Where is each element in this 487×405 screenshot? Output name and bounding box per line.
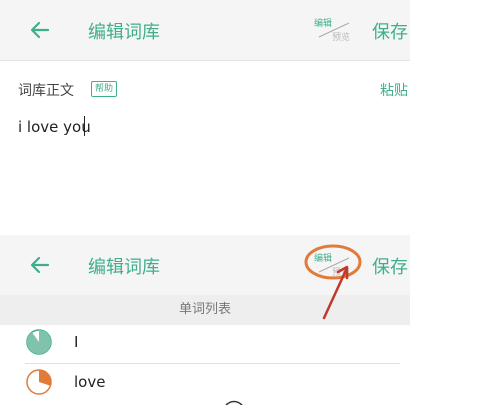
- toggle-preview-label: 预览: [332, 33, 351, 43]
- section-label: 词库正文: [18, 83, 74, 99]
- text-cursor: [84, 116, 85, 136]
- partial-icon: [225, 400, 243, 405]
- save-button[interactable]: 保存: [372, 253, 408, 279]
- paste-button[interactable]: 粘贴: [380, 80, 408, 100]
- save-button[interactable]: 保存: [372, 18, 408, 44]
- word-text: I: [74, 333, 79, 351]
- progress-pie-icon: [26, 329, 52, 355]
- page-title: 编辑词库: [88, 257, 160, 278]
- pointer-arrow-annotation: [322, 265, 349, 320]
- list-item[interactable]: love: [0, 365, 410, 401]
- back-arrow-icon[interactable]: [28, 18, 52, 42]
- progress-pie-icon: [26, 369, 52, 395]
- word-list: I love: [0, 325, 410, 405]
- list-item[interactable]: I: [0, 325, 410, 361]
- help-badge[interactable]: 帮助: [91, 81, 118, 97]
- divider: [25, 363, 400, 364]
- editor-text[interactable]: i love you: [18, 118, 91, 136]
- word-text: love: [74, 373, 106, 391]
- back-arrow-icon[interactable]: [28, 253, 52, 277]
- edit-preview-toggle[interactable]: 编辑 预览: [314, 16, 354, 44]
- top-app-bar: 编辑词库 编辑 预览 保存: [0, 0, 410, 61]
- page-title: 编辑词库: [88, 22, 160, 43]
- edit-screen-top: 编辑词库 编辑 预览 保存 词库正文 帮助 粘贴 i love you: [0, 0, 410, 210]
